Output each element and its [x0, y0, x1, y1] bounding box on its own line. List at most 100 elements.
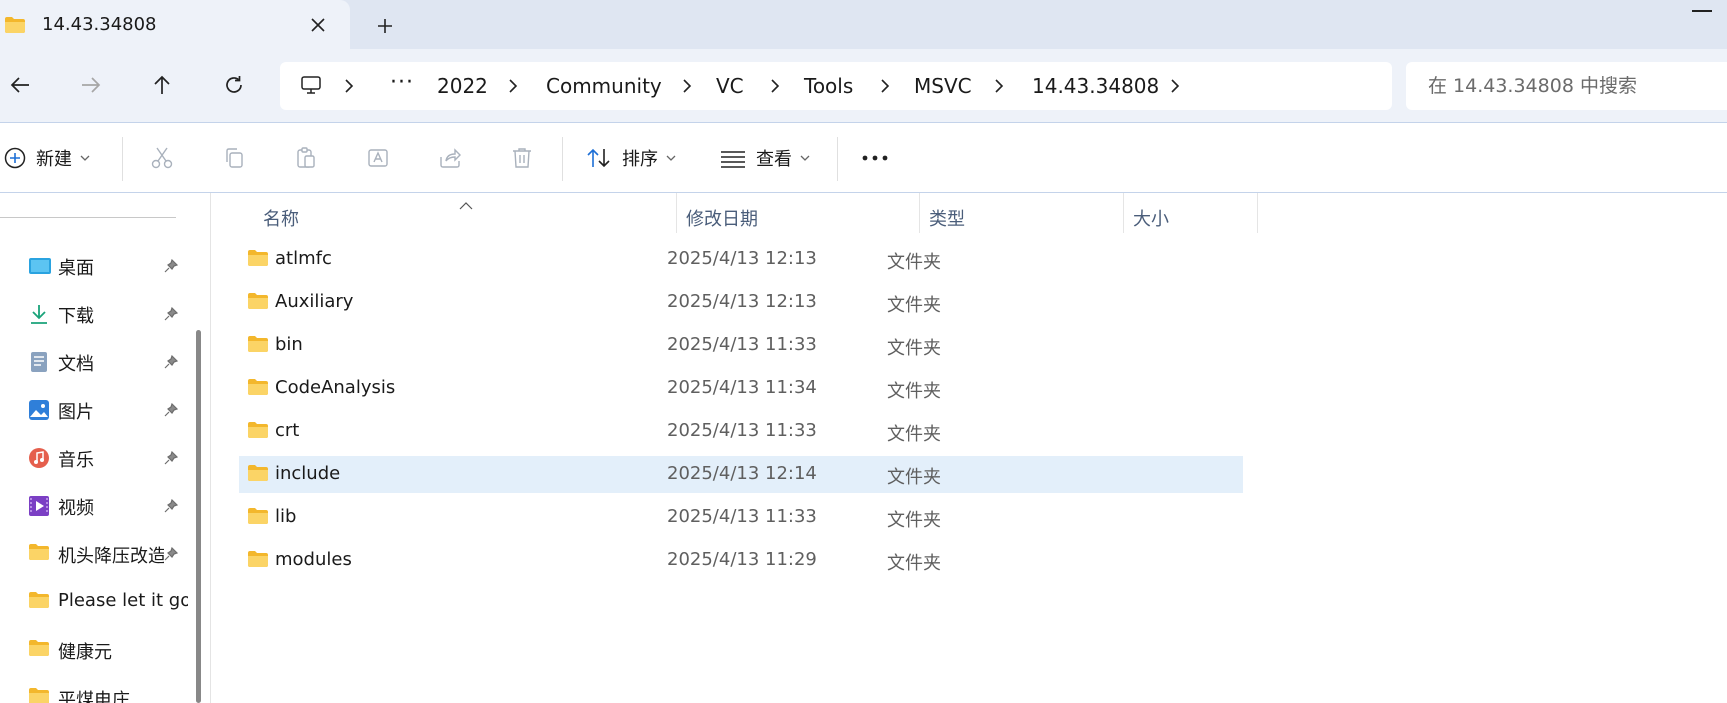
navigation-pane: 桌面 下载 文档 图片 音乐 视频 机头降压改造 Please let it g… [0, 193, 190, 703]
file-row[interactable]: atlmfc 2025/4/13 12:13 文件夹 [239, 241, 1243, 278]
chevron-right-icon[interactable] [994, 78, 1004, 98]
delete-button[interactable] [506, 142, 538, 174]
file-row[interactable]: include 2025/4/13 12:14 文件夹 [239, 456, 1243, 493]
sidebar-item-label: 平煤电庄 [58, 690, 130, 703]
breadcrumb-item-current[interactable]: 14.43.34808 [1032, 74, 1159, 98]
share-button[interactable] [434, 142, 466, 174]
refresh-icon [226, 76, 242, 93]
breadcrumb[interactable]: ··· 2022 Community VC Tools MSVC 14.43.3… [280, 62, 1392, 110]
chevron-right-icon[interactable] [880, 78, 890, 98]
pin-icon[interactable] [164, 258, 179, 277]
sidebar-scrollbar[interactable] [196, 330, 201, 703]
file-row[interactable]: crt 2025/4/13 11:33 文件夹 [239, 413, 1243, 450]
copy-button[interactable] [218, 142, 250, 174]
file-row[interactable]: bin 2025/4/13 11:33 文件夹 [239, 327, 1243, 364]
file-name: crt [275, 420, 300, 441]
title-bar: 14.43.34808 [0, 0, 1727, 49]
sidebar-item-music[interactable]: 音乐 [0, 438, 186, 478]
view-list-icon [721, 151, 745, 168]
divider [837, 137, 838, 181]
new-tab-button[interactable] [371, 12, 399, 40]
pin-icon[interactable] [164, 546, 179, 565]
column-header-type[interactable]: 类型 [929, 205, 965, 231]
file-type: 文件夹 [887, 338, 941, 359]
breadcrumb-overflow[interactable]: ··· [390, 70, 414, 95]
chevron-right-icon[interactable] [508, 78, 518, 98]
more-icon [862, 155, 888, 161]
folder-icon [247, 292, 269, 314]
sidebar-item-label: 图片 [58, 402, 94, 423]
folder-icon [28, 543, 50, 565]
folder-icon [247, 464, 269, 486]
file-row[interactable]: Auxiliary 2025/4/13 12:13 文件夹 [239, 284, 1243, 321]
sidebar-item-folder[interactable]: 机头降压改造 [0, 534, 186, 574]
view-button[interactable]: 查看 [720, 140, 810, 176]
paste-button[interactable] [290, 142, 322, 174]
sidebar-item-pictures[interactable]: 图片 [0, 390, 186, 430]
arrow-up-icon [154, 75, 170, 94]
up-button[interactable] [144, 67, 180, 103]
pin-icon[interactable] [164, 402, 179, 421]
pin-icon[interactable] [164, 354, 179, 373]
close-tab-button[interactable] [305, 12, 331, 38]
sidebar-item-documents[interactable]: 文档 [0, 342, 186, 382]
sidebar-item-downloads[interactable]: 下载 [0, 294, 186, 334]
breadcrumb-item[interactable]: VC [716, 74, 744, 98]
sidebar-item-desktop[interactable]: 桌面 [0, 246, 186, 286]
music-icon [28, 447, 50, 469]
sidebar-item-folder[interactable]: Please let it go [0, 582, 188, 622]
rename-button[interactable] [362, 142, 394, 174]
file-modified: 2025/4/13 12:13 [667, 291, 817, 312]
cut-button[interactable] [146, 142, 178, 174]
file-name: CodeAnalysis [275, 377, 396, 398]
breadcrumb-item[interactable]: Community [546, 74, 662, 98]
chevron-right-icon[interactable] [344, 78, 354, 98]
more-options-button[interactable] [859, 142, 891, 174]
file-name: Auxiliary [275, 291, 354, 312]
back-button[interactable] [2, 67, 38, 103]
chevron-right-icon[interactable] [1170, 78, 1180, 98]
sort-button[interactable]: 排序 [586, 140, 676, 176]
file-modified: 2025/4/13 11:34 [667, 377, 817, 398]
column-divider[interactable] [1123, 193, 1124, 233]
file-modified: 2025/4/13 11:33 [667, 420, 817, 441]
column-divider[interactable] [676, 193, 677, 233]
forward-button[interactable] [73, 67, 109, 103]
share-icon [440, 148, 461, 168]
breadcrumb-item[interactable]: MSVC [914, 74, 972, 98]
column-header-size[interactable]: 大小 [1133, 205, 1169, 231]
this-pc-icon[interactable] [300, 75, 322, 100]
column-header-name[interactable]: 名称 [263, 205, 299, 231]
file-type: 文件夹 [887, 252, 941, 273]
sort-button-label: 排序 [622, 149, 658, 170]
pin-icon[interactable] [164, 306, 179, 325]
sort-ascending-icon [459, 195, 473, 214]
new-button[interactable]: 新建 [4, 140, 90, 176]
file-row[interactable]: modules 2025/4/13 11:29 文件夹 [239, 542, 1243, 579]
sidebar-item-videos[interactable]: 视频 [0, 486, 186, 526]
file-row[interactable]: CodeAnalysis 2025/4/13 11:34 文件夹 [239, 370, 1243, 407]
pin-icon[interactable] [164, 498, 179, 517]
minimize-button[interactable] [1692, 10, 1712, 12]
file-modified: 2025/4/13 11:33 [667, 506, 817, 527]
folder-icon [28, 687, 50, 703]
file-row[interactable]: lib 2025/4/13 11:33 文件夹 [239, 499, 1243, 536]
file-type: 文件夹 [887, 553, 941, 574]
sidebar-item-label: 机头降压改造 [58, 546, 164, 567]
refresh-button[interactable] [216, 67, 252, 103]
column-divider[interactable] [919, 193, 920, 233]
breadcrumb-item[interactable]: 2022 [437, 74, 488, 98]
column-divider[interactable] [1257, 193, 1258, 233]
sidebar-item-folder[interactable]: 健康元 [0, 630, 186, 670]
file-modified: 2025/4/13 12:14 [667, 463, 817, 484]
file-name: modules [275, 549, 352, 570]
search-input[interactable] [1406, 62, 1727, 110]
chevron-right-icon[interactable] [682, 78, 692, 98]
active-tab[interactable]: 14.43.34808 [0, 0, 350, 49]
breadcrumb-item[interactable]: Tools [804, 74, 853, 98]
chevron-right-icon[interactable] [770, 78, 780, 98]
pin-icon[interactable] [164, 450, 179, 469]
column-header-modified[interactable]: 修改日期 [686, 205, 758, 231]
search-box[interactable] [1406, 62, 1727, 110]
sidebar-item-folder[interactable]: 平煤电庄 [0, 678, 186, 703]
